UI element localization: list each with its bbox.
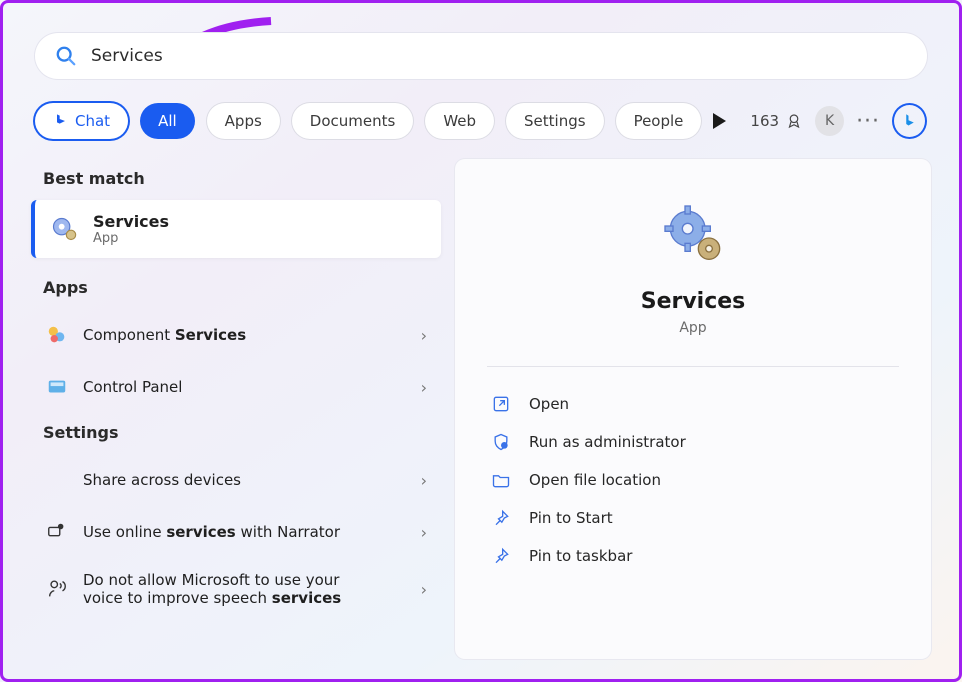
voice-icon [45,577,69,601]
component-services-icon [45,323,69,347]
open-icon [491,394,511,414]
settings-heading: Settings [43,423,429,442]
tab-chat-label: Chat [75,112,110,130]
best-match-item[interactable]: Services App [31,200,441,258]
services-gear-icon [49,214,79,244]
rewards-score[interactable]: 163 [750,112,803,130]
chevron-right-icon: › [421,523,427,542]
folder-icon [491,470,511,490]
settings-item-online-services-narrator[interactable]: Use online services with Narrator › [31,506,441,558]
chevron-right-icon: › [421,580,427,599]
tab-web[interactable]: Web [425,103,494,139]
action-pin-taskbar[interactable]: Pin to taskbar [487,537,899,575]
pin-icon [491,508,511,528]
services-large-icon [658,199,728,269]
user-avatar[interactable]: K [815,106,844,136]
action-open-location[interactable]: Open file location [487,461,899,499]
best-match-heading: Best match [43,169,429,188]
more-options-icon[interactable]: ··· [856,109,880,134]
medal-icon [785,112,803,130]
best-match-subtitle: App [93,231,169,246]
tab-all[interactable]: All [140,103,195,139]
pin-icon [491,546,511,566]
shield-icon [491,432,511,452]
details-type: App [487,320,899,336]
search-input[interactable] [91,46,907,66]
details-pane: Services App Open Run as administrator O… [455,159,931,659]
apps-heading: Apps [43,278,429,297]
filter-row: Chat All Apps Documents Web Settings Peo… [35,103,927,139]
tab-documents[interactable]: Documents [292,103,414,139]
filter-more-icon[interactable] [713,113,726,129]
action-run-admin[interactable]: Run as administrator [487,423,899,461]
narrator-icon [45,520,69,544]
apps-item-component-services[interactable]: Component Services › [31,309,441,361]
settings-item-share-devices[interactable]: Share across devices › [31,454,441,506]
divider [487,366,899,367]
chevron-right-icon: › [421,326,427,345]
best-match-title: Services [93,212,169,231]
details-title: Services [487,289,899,314]
apps-item-control-panel[interactable]: Control Panel › [31,361,441,413]
action-pin-start[interactable]: Pin to Start [487,499,899,537]
search-icon [55,45,77,67]
control-panel-icon [45,375,69,399]
chevron-right-icon: › [421,471,427,490]
action-open[interactable]: Open [487,385,899,423]
results-pane: Best match Services App Apps Component S… [31,163,441,620]
settings-item-speech-services[interactable]: Do not allow Microsoft to use your voice… [31,558,441,620]
tab-settings[interactable]: Settings [506,103,604,139]
search-bar[interactable] [35,33,927,79]
tab-chat[interactable]: Chat [35,103,128,139]
chevron-right-icon: › [421,378,427,397]
tab-people[interactable]: People [616,103,702,139]
bing-icon [901,112,919,130]
tab-apps[interactable]: Apps [207,103,280,139]
bing-button[interactable] [892,103,927,139]
bing-chat-icon [53,113,69,129]
